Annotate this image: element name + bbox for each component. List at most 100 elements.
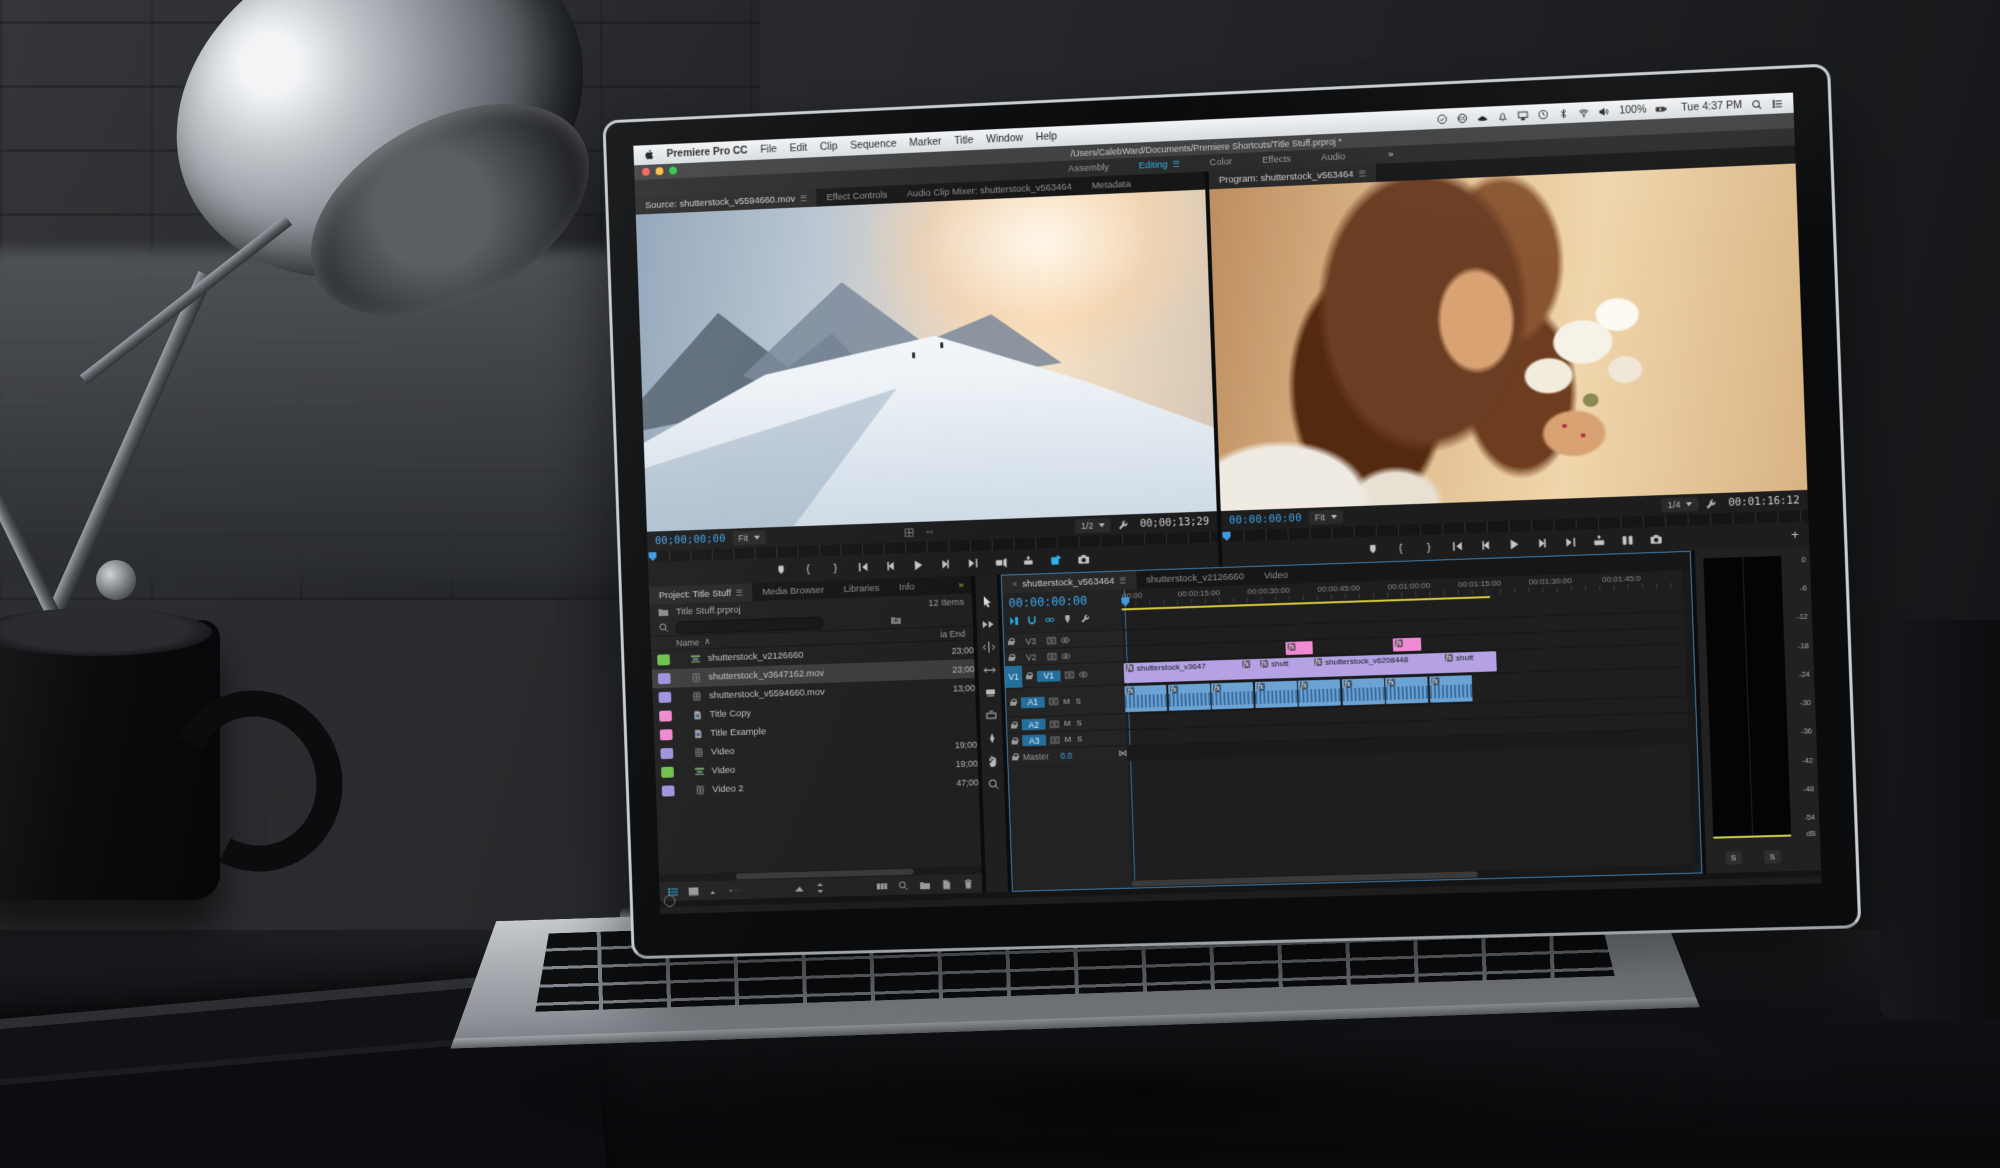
mute-button[interactable]: M — [1062, 696, 1070, 705]
mute-button[interactable]: M — [1063, 719, 1071, 728]
search-bin-icon[interactable] — [890, 614, 902, 626]
wifi-icon[interactable] — [1578, 106, 1590, 118]
audio-clip[interactable]: fx — [1298, 679, 1341, 706]
workspace-tab-effects[interactable]: Effects — [1262, 154, 1291, 166]
solo-button[interactable]: S — [1075, 718, 1083, 727]
audio-clip[interactable]: fx — [1385, 677, 1428, 704]
step-back-button[interactable] — [1478, 538, 1493, 553]
track-v3-badge[interactable]: V3 — [1019, 635, 1043, 647]
lock-icon[interactable] — [1026, 672, 1033, 680]
panel-menu-icon[interactable]: ☰ — [1358, 169, 1366, 178]
source-playhead[interactable] — [649, 552, 657, 561]
go-to-in-button[interactable] — [1450, 539, 1465, 554]
delete-button[interactable] — [962, 877, 974, 889]
track-v2-badge[interactable]: V2 — [1019, 651, 1043, 663]
panel-menu-icon[interactable]: ☰ — [800, 194, 807, 203]
source-video-frame[interactable] — [636, 190, 1217, 532]
lock-icon[interactable] — [1008, 637, 1015, 645]
source-timecode[interactable]: 00;00;00;00 — [655, 533, 726, 547]
track-a1-badge[interactable]: A1 — [1021, 696, 1045, 708]
button-editor-icon[interactable]: + — [1791, 527, 1799, 542]
settings-wrench-icon[interactable] — [1118, 519, 1129, 530]
solo-left-button[interactable]: S — [1725, 851, 1742, 865]
label-chip[interactable] — [661, 767, 674, 778]
column-name[interactable]: Name — [676, 637, 700, 648]
camera-button[interactable] — [1076, 552, 1090, 566]
menu-sequence[interactable]: Sequence — [850, 138, 897, 152]
export-frame-button[interactable] — [1048, 553, 1062, 567]
audio-clip[interactable]: fx — [1124, 685, 1167, 712]
panel-menu-icon[interactable]: ☰ — [1119, 576, 1126, 585]
icon-view-button[interactable] — [688, 885, 700, 897]
bluetooth-icon[interactable] — [1558, 107, 1570, 119]
audio-clip[interactable]: fx — [1211, 682, 1254, 709]
lock-icon[interactable] — [1011, 721, 1018, 729]
program-playhead[interactable] — [1222, 532, 1230, 541]
track-output-eye-icon[interactable] — [1060, 635, 1070, 645]
new-item-button[interactable] — [940, 878, 952, 890]
track-a3-badge[interactable]: A3 — [1022, 735, 1046, 747]
creative-cloud-icon[interactable] — [1457, 112, 1468, 124]
audio-clip[interactable]: fx — [1254, 681, 1297, 708]
bell-icon[interactable] — [1497, 110, 1509, 122]
panel-menu-icon[interactable]: ☰ — [736, 588, 743, 597]
minimize-window-button[interactable] — [655, 167, 663, 175]
snap-icon[interactable] — [1027, 615, 1037, 628]
label-chip[interactable] — [660, 729, 673, 740]
menu-help[interactable]: Help — [1036, 130, 1058, 143]
source-patch-icon[interactable] — [1046, 635, 1056, 645]
item-name[interactable]: Title Example — [710, 726, 766, 739]
play-button[interactable] — [910, 558, 924, 572]
play-button[interactable] — [1506, 537, 1521, 552]
checkmark-menu-icon[interactable] — [1437, 113, 1448, 125]
video-clip[interactable]: fxshutt — [1443, 651, 1497, 673]
video-clip[interactable]: fxshutt — [1258, 657, 1315, 679]
app-menu-title[interactable]: Premiere Pro CC — [666, 144, 747, 160]
program-video-frame[interactable] — [1209, 163, 1807, 511]
close-icon[interactable]: × — [1012, 579, 1018, 590]
sort-icon[interactable] — [814, 881, 826, 893]
lock-icon[interactable] — [1011, 737, 1018, 745]
close-window-button[interactable] — [642, 168, 650, 176]
label-chip[interactable] — [660, 748, 673, 759]
add-marker-button[interactable] — [1365, 542, 1380, 557]
program-zoom-select[interactable]: Fit — [1309, 510, 1344, 525]
razor-tool[interactable] — [983, 686, 996, 699]
thumbnail-size-slider[interactable] — [728, 883, 785, 896]
item-name[interactable]: Title Copy — [710, 708, 752, 720]
item-name[interactable]: shutterstock_v3647162.mov — [708, 668, 824, 683]
label-chip[interactable] — [658, 692, 671, 703]
item-name[interactable]: Video — [711, 746, 735, 758]
source-resolution-select[interactable]: 1/2 — [1075, 518, 1112, 533]
settings-wrench-icon[interactable] — [1706, 498, 1718, 510]
video-clip[interactable]: fxshutterstock_v3647 — [1124, 659, 1244, 683]
menu-file[interactable]: File — [760, 143, 777, 156]
find-button[interactable] — [897, 879, 909, 891]
mute-button[interactable]: M — [1064, 735, 1072, 744]
solo-button[interactable]: S — [1076, 734, 1084, 743]
program-timecode[interactable]: 00:00:00:00 — [1229, 512, 1302, 527]
label-chip[interactable] — [662, 785, 675, 796]
mark-out-button[interactable]: } — [1421, 540, 1436, 555]
tab-sequence-3[interactable]: Video — [1254, 565, 1299, 585]
source-zoom-select[interactable]: Fit — [732, 530, 766, 545]
title-clip[interactable]: fx — [1285, 641, 1312, 655]
lock-icon[interactable] — [1008, 653, 1015, 661]
mark-out-button[interactable]: } — [828, 561, 842, 575]
timeline-lanes[interactable]: :00:00 00:00:15:00 00:00:30:00 00:00:45:… — [1121, 570, 1693, 887]
zoom-in-icon[interactable] — [794, 882, 806, 894]
go-to-out-button[interactable] — [1563, 535, 1578, 550]
source-patch-icon[interactable] — [1049, 719, 1059, 729]
workspace-tab-color[interactable]: Color — [1209, 156, 1232, 168]
notification-center-icon[interactable] — [1772, 98, 1784, 110]
new-bin-button[interactable] — [919, 879, 931, 891]
go-to-in-button[interactable] — [856, 560, 870, 574]
title-clip[interactable]: fx — [1393, 638, 1422, 652]
nest-toggle-icon[interactable] — [1009, 615, 1019, 628]
master-track-label[interactable]: Master — [1023, 751, 1049, 762]
item-name[interactable]: Video — [711, 765, 735, 777]
program-resolution-select[interactable]: 1/4 — [1661, 497, 1699, 512]
linked-selection-icon[interactable] — [1045, 614, 1055, 627]
workspace-tab-editing[interactable]: Editing☰ — [1139, 159, 1180, 172]
item-name[interactable]: shutterstock_v2126660 — [708, 650, 804, 664]
